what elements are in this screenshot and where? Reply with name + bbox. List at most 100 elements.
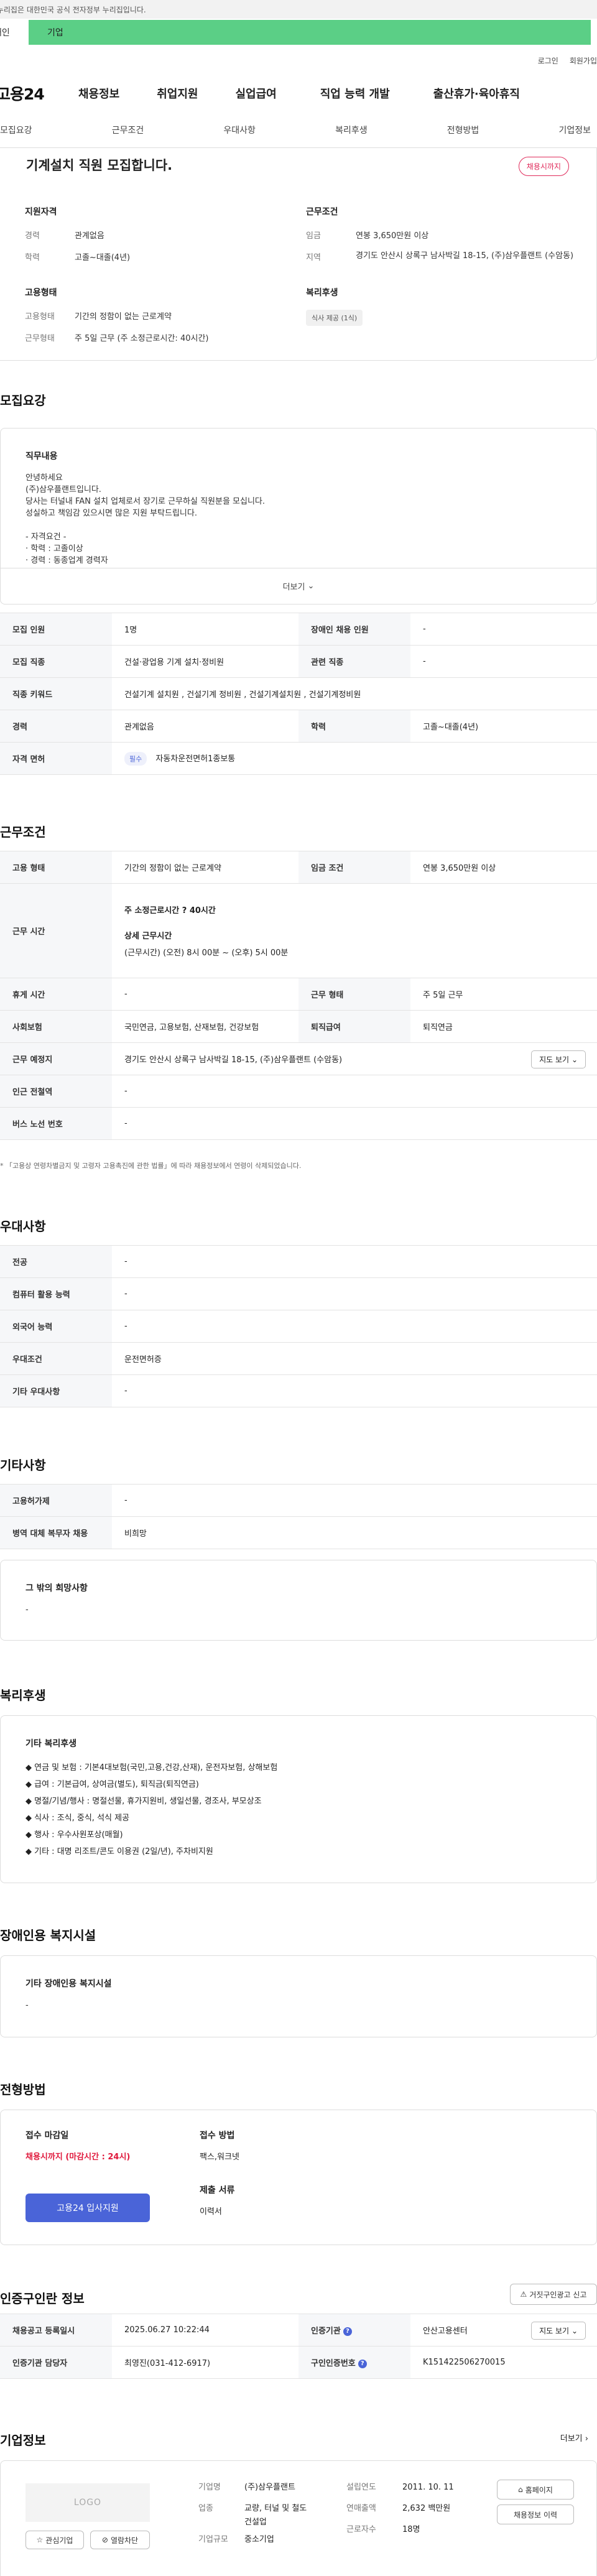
welfare-section-title: 복리후생 [0,1688,46,1703]
table-header: 병역 대체 복무자 채용 [0,1516,112,1549]
table-header: 인증기관 담당자 [0,2346,112,2379]
table-row: 사회보험 국민연금, 고용보험, 산재보험, 건강보험 퇴직급여 퇴직연금 [0,1010,597,1043]
work-table: 고용 형태 기간의 정함이 없는 근로계약 임금 조건 연봉 3,650만원 이… [0,851,597,1140]
table-row: 컴퓨터 활용 능력 - [0,1277,597,1310]
age-note: * 「고용상 연령차별금지 및 고령자 고용촉진에 관한 법률」에 따라 채용정… [0,1162,302,1170]
gnb-menu: 채용정보 취업지원 실업급여 직업 능력 개발 출산휴가·육아휴직 [78,85,520,101]
report-ad-button[interactable]: ⚠ 거짓구인광고 신고 [510,2284,597,2305]
deadline-badge: 채용시까지 [518,157,569,176]
gnb-item-support[interactable]: 취업지원 [157,85,198,101]
disabled-section-title: 장애인용 복지시설 [0,1928,96,1943]
gnb-item-benefit[interactable]: 실업급여 [236,85,277,101]
login-type-personal[interactable]: 개인 [0,20,29,45]
table-header: 경력 [0,710,112,743]
job-history-button[interactable]: 채용정보 이력 [497,2504,574,2524]
list-item: ◆ 연금 및 보험 : 기본4대보험(국민,고용,건강,산재), 운전자보험, … [25,1763,278,1772]
prefer-section-title: 우대사항 [0,1219,46,1234]
table-header: 장애인 채용 인원 [298,613,410,646]
tab-company[interactable]: 기업정보 [558,124,591,136]
table-cell: K151422506270015 [410,2346,597,2379]
table-cell: 관계없음 [112,710,298,743]
tab-welfare[interactable]: 복리후생 [335,124,368,136]
apply-button[interactable]: 고용24 입사지원 [25,2194,150,2222]
screening-box: 접수 마감일 채용시까지 (마감시간 : 24시) 고용24 입사지원 접수 방… [0,2110,597,2245]
table-row: 외국어 능력 - [0,1310,597,1343]
found-label: 설립연도 [346,2483,376,2492]
table-cell: 연봉 3,650만원 이상 [410,851,597,884]
etc-section-title: 기타사항 [0,1458,46,1473]
chevron-right-icon: › [585,2434,588,2444]
login-type-company[interactable]: 기업 [29,20,591,45]
list-item: ◆ 명절/기념/행사 : 명절선물, 휴가지원비, 생일선물, 경조사, 부모상… [25,1797,262,1806]
alert-icon: ⚠ [520,2290,527,2299]
table-header: 전공 [0,1245,112,1278]
table-row: 직종 키워드 건설기계 설치원 , 건설기계 정비원 , 건설기계설치원 , 건… [0,677,597,710]
table-cell: 비희망 [112,1516,597,1549]
fav-label: 관심기업 [45,2536,73,2545]
region-label: 지역 [306,253,321,262]
table-row: 우대조건 운전면허증 [0,1342,597,1375]
table-header: 임금 조건 [298,851,410,884]
table-header: 직종 키워드 [0,677,112,710]
table-cell: - [112,1310,597,1343]
conditions-block: 근무조건 임금 연봉 3,650만원 이상 지역 경기도 안산시 상록구 남사박길 … [306,205,580,272]
table-header: 근무 시간 [0,883,112,978]
table-header: 버스 노선 번호 [0,1107,112,1140]
emptype-value: 기간의 정함이 없는 근로계약 [75,312,172,322]
table-header: 학력 [298,710,410,743]
deadline-value: 채용시까지 (마감시간 : 24시) [25,2152,131,2162]
cert-map-button[interactable]: 지도 보기 ⌄ [531,2322,586,2340]
site-logo[interactable]: 고용24 [0,82,83,104]
table-header: 모집 인원 [0,613,112,646]
fav-company-button[interactable]: ☆ 관심기업 [25,2531,84,2549]
report-ad-label: 거짓구인광고 신고 [529,2290,587,2299]
table-cell: 2025.06.27 10:22:44 [112,2314,298,2347]
table-cell: - [112,978,298,1011]
license-cell: 필수 자동차운전면허1종보통 [112,742,597,775]
table-cell: 1명 [112,613,298,646]
welfare-box: 기타 복리후생 ◆ 연금 및 보험 : 기본4대보험(국민,고용,건강,산재),… [0,1715,597,1883]
tab-prefer[interactable]: 우대사항 [223,124,256,136]
license-value: 자동차운전면허1종보통 [155,754,236,764]
industry-label: 업종 [198,2504,213,2513]
tab-recruit[interactable]: 모집요강 [0,124,32,136]
gnb-item-jobs[interactable]: 채용정보 [78,85,119,101]
table-header: 고용 형태 [0,851,112,884]
company-section-title: 기업정보 [0,2433,46,2448]
company-more-link[interactable]: 더보기 › [560,2432,588,2444]
map-button[interactable]: 지도 보기 ⌄ [531,1050,586,1068]
company-box: LOGO ☆ 관심기업 ⊘ 열람차단 기업명 (주)삼우플랜트 업종 교량, 터널 및 … [0,2460,597,2576]
homepage-button[interactable]: ⌂ 홈페이지 [497,2480,574,2500]
size-value: 중소기업 [244,2535,274,2544]
disabled-box: 기타 장애인용 복지시설 - [0,1955,597,2037]
gnb-item-leave[interactable]: 출산휴가·육아휴직 [433,85,520,101]
tab-conditions[interactable]: 근무조건 [112,124,144,136]
disabled-value: - [25,2001,29,2010]
table-row: 인근 전철역 - [0,1075,597,1108]
welfare-list: ◆ 연금 및 보험 : 기본4대보험(국민,고용,건강,산재), 운전자보험, … [25,1759,596,1860]
emp-value: 18명 [402,2525,420,2534]
prefer-table: 전공 - 컴퓨터 활용 능력 - 외국어 능력 - 우대조건 운전면허증 기타 우대사항… [0,1245,597,1407]
table-cell: 주 5일 근무 [410,978,597,1011]
duty-more-button[interactable]: 더보기 ⌄ [1,568,596,604]
cert-map-label: 지도 보기 [539,2327,570,2335]
block-label: 열람차단 [110,2536,139,2545]
info-icon[interactable]: ? [343,2327,352,2336]
table-header: 인근 전철역 [0,1075,112,1108]
gov-banner-text: 이 누리집은 대한민국 공식 전자정부 누리집입니다. [0,5,146,14]
login-link[interactable]: 로그인 [538,55,558,66]
signup-link[interactable]: 회원가입 [570,55,597,66]
list-item: ◆ 급여 : 기본급여, 상여금(별도), 퇴직금(퇴직연금) [25,1780,199,1789]
block-company-button[interactable]: ⊘ 열람차단 [90,2531,150,2549]
etc-table: 고용허가제 - 병역 대체 복무자 채용 비희망 [0,1484,597,1549]
info-icon[interactable]: ? [358,2359,367,2368]
docs-value: 이력서 [200,2207,222,2217]
size-label: 기업규모 [198,2535,228,2544]
gnb-item-training[interactable]: 직업 능력 개발 [320,85,390,101]
table-cell: 건설·광업용 기계 설치·정비원 [112,645,298,678]
tab-screening[interactable]: 전형방법 [447,124,479,136]
list-item: ◆ 식사 : 조식, 중식, 석식 제공 [25,1814,130,1823]
table-cell: - [112,1484,597,1517]
cert-table: 채용공고 등록일시 2025.06.27 10:22:44 인증기관? 안산고용… [0,2314,597,2379]
hours-detail: (근무시간) (오전) 8시 00분 ~ (오후) 5시 00분 [124,948,289,958]
